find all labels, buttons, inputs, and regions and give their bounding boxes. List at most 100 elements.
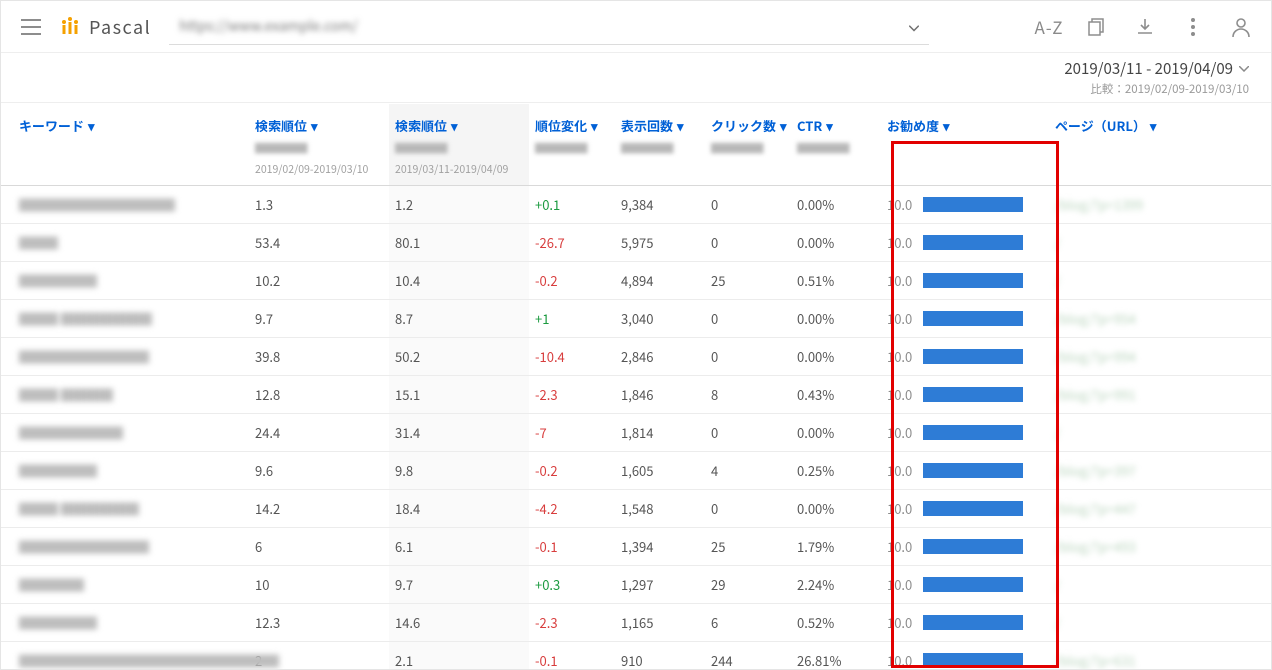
cell-keyword: ███ ████ xyxy=(1,376,249,414)
cell-keyword: ██████ xyxy=(1,262,249,300)
cell-ctr: 0.00% xyxy=(791,338,881,376)
cell-page-url[interactable]: /blog/?p=447 xyxy=(1049,490,1271,528)
cell-diff: -0.2 xyxy=(529,262,615,300)
col-header-page[interactable]: ページ（URL）▾ xyxy=(1049,104,1271,186)
chevron-down-icon xyxy=(1239,66,1249,72)
cell-page-url[interactable]: /blog/?p=397 xyxy=(1049,452,1271,490)
cell-clicks: 25 xyxy=(705,528,791,566)
col-header-impressions[interactable]: 表示回数▾ █████ xyxy=(615,104,705,186)
cell-page-url[interactable]: /blog/?p=994 xyxy=(1049,338,1271,376)
cell-keyword: ███ xyxy=(1,224,249,262)
cell-page-url[interactable]: / xyxy=(1049,224,1271,262)
cell-page-url[interactable]: /blog/?p=1399 xyxy=(1049,186,1271,224)
table-row[interactable]: ██████ 12.3 14.6 -2.3 1,165 6 0.52% 10.0… xyxy=(1,604,1271,642)
col-header-rank-curr[interactable]: 検索順位▾ █████ 2019/03/11-2019/04/09 xyxy=(389,104,529,186)
cell-page-url[interactable]: / xyxy=(1049,414,1271,452)
cell-page-url[interactable]: /blog/?p=991 xyxy=(1049,376,1271,414)
table-row[interactable]: ████████████████████ 2 2.1 -0.1 910 244 … xyxy=(1,642,1271,670)
cell-page-url[interactable]: /blog/?p=493 xyxy=(1049,528,1271,566)
date-range-picker[interactable]: 2019/03/11 - 2019/04/09 xyxy=(1064,58,1249,79)
cell-impressions: 1,394 xyxy=(615,528,705,566)
cell-diff: -26.7 xyxy=(529,224,615,262)
chevron-down-icon: ▾ xyxy=(943,116,950,135)
url-selector[interactable]: https://www.example.com/ xyxy=(169,9,929,45)
cell-page-url[interactable]: / xyxy=(1049,604,1271,642)
col-header-keyword[interactable]: キーワード▾ xyxy=(1,104,249,186)
menu-button[interactable] xyxy=(11,7,51,47)
cell-rank-prev: 9.6 xyxy=(249,452,389,490)
cell-clicks: 29 xyxy=(705,566,791,604)
table-row[interactable]: ███ ██████ 14.2 18.4 -4.2 1,548 0 0.00% … xyxy=(1,490,1271,528)
cell-diff: -10.4 xyxy=(529,338,615,376)
cell-rank-prev: 9.7 xyxy=(249,300,389,338)
download-button[interactable] xyxy=(1125,7,1165,47)
cell-diff: -4.2 xyxy=(529,490,615,528)
compare-range-value: 比較：2019/02/09-2019/03/10 xyxy=(1090,81,1249,97)
cell-recommendation: 10.0 xyxy=(881,224,1049,262)
chevron-down-icon: ▾ xyxy=(311,116,318,135)
cell-rank-curr: 15.1 xyxy=(389,376,529,414)
cell-ctr: 1.79% xyxy=(791,528,881,566)
cell-clicks: 0 xyxy=(705,490,791,528)
cell-rank-curr: 31.4 xyxy=(389,414,529,452)
download-icon xyxy=(1136,18,1154,36)
table-row[interactable]: ████████ 24.4 31.4 -7 1,814 0 0.00% 10.0… xyxy=(1,414,1271,452)
cell-page-url[interactable]: / xyxy=(1049,262,1271,300)
table-row[interactable]: █████ 10 9.7 +0.3 1,297 29 2.24% 10.0 / xyxy=(1,566,1271,604)
cell-ctr: 26.81% xyxy=(791,642,881,670)
cell-keyword: ██████████ xyxy=(1,528,249,566)
chevron-down-icon: ▾ xyxy=(88,116,95,135)
cell-impressions: 3,040 xyxy=(615,300,705,338)
cell-recommendation: 10.0 xyxy=(881,452,1049,490)
cell-recommendation: 10.0 xyxy=(881,566,1049,604)
cell-impressions: 1,165 xyxy=(615,604,705,642)
cell-page-url[interactable]: /blog/?p=631 xyxy=(1049,642,1271,670)
cell-rank-prev: 12.3 xyxy=(249,604,389,642)
cell-impressions: 5,975 xyxy=(615,224,705,262)
cell-recommendation: 10.0 xyxy=(881,528,1049,566)
cell-diff: +0.3 xyxy=(529,566,615,604)
cell-rank-curr: 10.4 xyxy=(389,262,529,300)
cell-impressions: 1,814 xyxy=(615,414,705,452)
table-row[interactable]: ███ ███████ 9.7 8.7 +1 3,040 0 0.00% 10.… xyxy=(1,300,1271,338)
cell-impressions: 1,846 xyxy=(615,376,705,414)
user-icon xyxy=(1231,17,1251,37)
table-row[interactable]: ██████████ 6 6.1 -0.1 1,394 25 1.79% 10.… xyxy=(1,528,1271,566)
cell-page-url[interactable]: / xyxy=(1049,566,1271,604)
cell-ctr: 0.51% xyxy=(791,262,881,300)
cell-recommendation: 10.0 xyxy=(881,490,1049,528)
cell-recommendation: 10.0 xyxy=(881,300,1049,338)
cell-recommendation: 10.0 xyxy=(881,338,1049,376)
sort-az-button[interactable]: A-Z xyxy=(1029,7,1069,47)
col-header-recommendation[interactable]: お勧め度▾ xyxy=(881,104,1049,186)
table-row[interactable]: ███ 53.4 80.1 -26.7 5,975 0 0.00% 10.0 / xyxy=(1,224,1271,262)
cell-rank-curr: 18.4 xyxy=(389,490,529,528)
cell-rank-prev: 53.4 xyxy=(249,224,389,262)
more-button[interactable] xyxy=(1173,7,1213,47)
col-header-clicks[interactable]: クリック数▾ █████ xyxy=(705,104,791,186)
cell-rank-prev: 12.8 xyxy=(249,376,389,414)
col-header-diff[interactable]: 順位変化▾ █████ xyxy=(529,104,615,186)
cell-diff: -7 xyxy=(529,414,615,452)
table-row[interactable]: ██████████ 39.8 50.2 -10.4 2,846 0 0.00%… xyxy=(1,338,1271,376)
cell-ctr: 0.00% xyxy=(791,300,881,338)
copy-button[interactable] xyxy=(1077,7,1117,47)
cell-page-url[interactable]: /blog/?p=954 xyxy=(1049,300,1271,338)
col-header-ctr[interactable]: CTR▾ █████ xyxy=(791,104,881,186)
cell-diff: +0.1 xyxy=(529,186,615,224)
table-row[interactable]: ████████████ 1.3 1.2 +0.1 9,384 0 0.00% … xyxy=(1,186,1271,224)
account-button[interactable] xyxy=(1221,7,1261,47)
cell-rank-curr: 9.7 xyxy=(389,566,529,604)
cell-rank-prev: 14.2 xyxy=(249,490,389,528)
cell-ctr: 0.52% xyxy=(791,604,881,642)
cell-rank-curr: 9.8 xyxy=(389,452,529,490)
col-header-rank-prev[interactable]: 検索順位▾ █████ 2019/02/09-2019/03/10 xyxy=(249,104,389,186)
date-range-bar: 2019/03/11 - 2019/04/09 比較：2019/02/09-20… xyxy=(1,53,1271,103)
cell-impressions: 1,297 xyxy=(615,566,705,604)
table-row[interactable]: ██████ 10.2 10.4 -0.2 4,894 25 0.51% 10.… xyxy=(1,262,1271,300)
table-row[interactable]: ██████ 9.6 9.8 -0.2 1,605 4 0.25% 10.0 /… xyxy=(1,452,1271,490)
table-row[interactable]: ███ ████ 12.8 15.1 -2.3 1,846 8 0.43% 10… xyxy=(1,376,1271,414)
cell-rank-prev: 10.2 xyxy=(249,262,389,300)
cell-diff: -0.2 xyxy=(529,452,615,490)
cell-keyword: █████ xyxy=(1,566,249,604)
